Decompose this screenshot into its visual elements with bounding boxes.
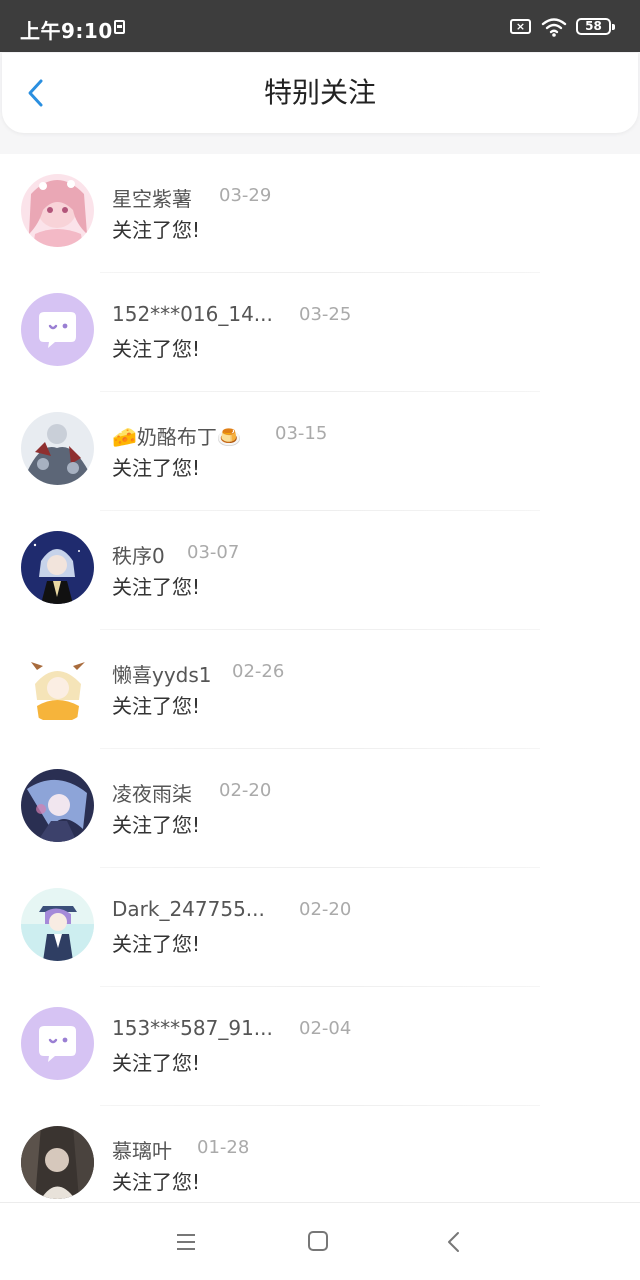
list-item[interactable]: 懒喜yyds1 02-26 关注了您! [0, 630, 640, 749]
notification-icon [114, 20, 125, 34]
follow-date: 02-04 [299, 1018, 352, 1039]
status-time: 上午9:10 [20, 19, 113, 43]
follow-message: 关注了您! [112, 456, 201, 480]
nav-back-icon[interactable] [444, 1230, 464, 1254]
list-item[interactable]: 🧀奶酪布丁🍮 03-15 关注了您! [0, 392, 640, 511]
follow-date: 01-28 [197, 1137, 250, 1158]
user-avatar[interactable] [21, 412, 94, 485]
user-name: Dark_247755... [112, 897, 265, 921]
menu-icon[interactable] [175, 1232, 197, 1252]
user-name: 懒喜yyds1 [112, 663, 212, 687]
follow-message: 关注了您! [112, 694, 201, 718]
sim-icon: × [510, 19, 531, 34]
user-name: 慕璃叶 [112, 1139, 172, 1163]
user-avatar[interactable] [21, 531, 94, 604]
user-name: 秩序0 [112, 544, 165, 568]
user-avatar[interactable] [21, 888, 94, 961]
follow-message: 关注了您! [112, 575, 201, 599]
follow-message: 关注了您! [112, 337, 201, 361]
follow-message: 关注了您! [112, 218, 201, 242]
default-avatar-icon[interactable] [21, 1007, 94, 1080]
user-avatar[interactable] [21, 174, 94, 247]
page-title: 特别关注 [263, 76, 376, 109]
follow-message: 关注了您! [112, 1170, 201, 1194]
battery-icon: 58 [576, 18, 615, 35]
follow-date: 03-25 [299, 304, 352, 325]
default-avatar-icon[interactable] [21, 293, 94, 366]
user-name: 153***587_91... [112, 1016, 273, 1040]
list-item[interactable]: 星空紫薯 03-29 关注了您! [0, 154, 640, 273]
wifi-icon [541, 18, 567, 37]
user-name: 🧀奶酪布丁🍮 [112, 425, 242, 449]
follow-message: 关注了您! [112, 1051, 201, 1075]
list-item[interactable]: 秩序0 03-07 关注了您! [0, 511, 640, 630]
list-item[interactable]: Dark_247755... 02-20 关注了您! [0, 868, 640, 987]
home-icon[interactable] [308, 1231, 328, 1251]
list-item[interactable]: 凌夜雨柒 02-20 关注了您! [0, 749, 640, 868]
follower-list: 星空紫薯 03-29 关注了您! 152***016_14... 03-25 关… [0, 154, 640, 1202]
user-avatar[interactable] [21, 769, 94, 842]
follow-date: 03-15 [275, 423, 328, 444]
system-nav-bar [0, 1202, 640, 1280]
follow-date: 03-29 [219, 185, 272, 206]
user-name: 152***016_14... [112, 302, 273, 326]
list-item[interactable]: 152***016_14... 03-25 关注了您! [0, 273, 640, 392]
header: 特别关注 [2, 53, 638, 133]
follow-date: 02-20 [219, 780, 272, 801]
follow-message: 关注了您! [112, 813, 201, 837]
follow-date: 03-07 [187, 542, 240, 563]
follow-message: 关注了您! [112, 932, 201, 956]
status-bar: 上午9:10 × 58 [0, 0, 640, 52]
user-avatar[interactable] [21, 1126, 94, 1199]
follow-date: 02-20 [299, 899, 352, 920]
user-name: 凌夜雨柒 [112, 782, 192, 806]
user-name: 星空紫薯 [112, 187, 192, 211]
list-item[interactable]: 慕璃叶 01-28 关注了您! [0, 1106, 640, 1202]
user-avatar[interactable] [21, 650, 94, 723]
follow-date: 02-26 [232, 661, 285, 682]
list-item[interactable]: 153***587_91... 02-04 关注了您! [0, 987, 640, 1106]
